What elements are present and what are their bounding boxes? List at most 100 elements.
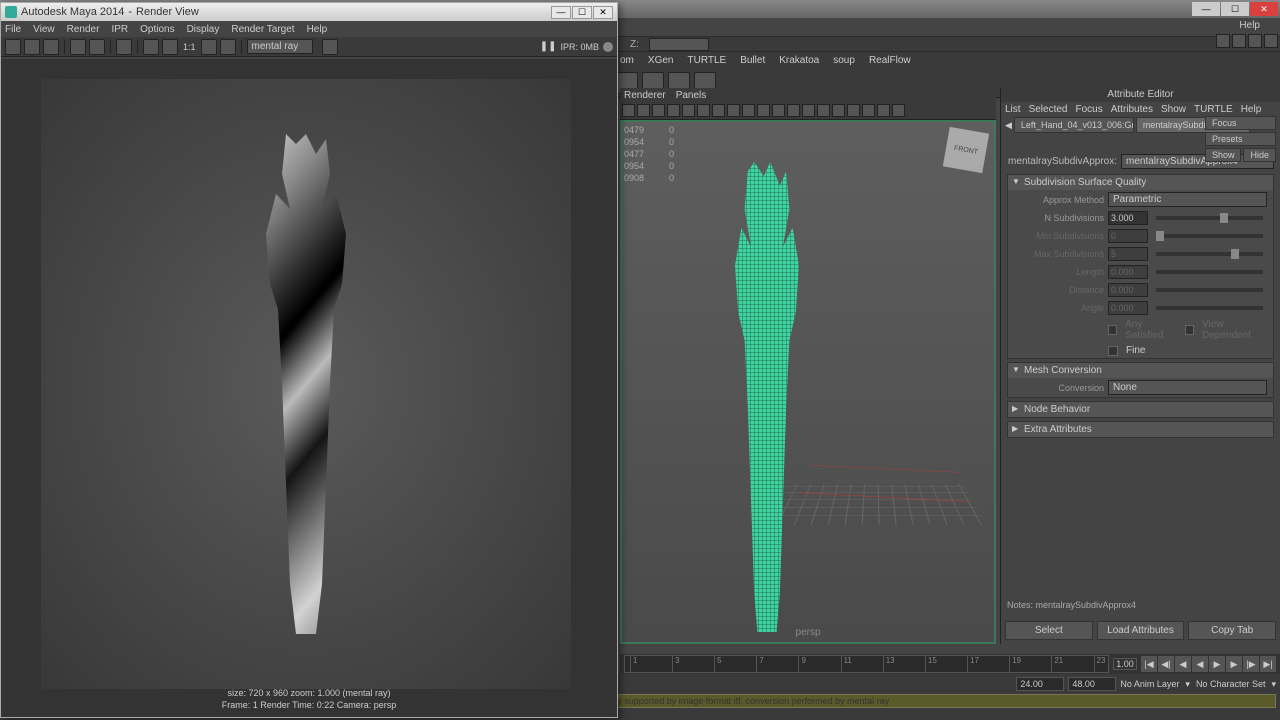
redo-render-icon[interactable]	[5, 39, 21, 55]
vp-icon[interactable]	[877, 104, 890, 117]
vp-icon[interactable]	[622, 104, 635, 117]
section-header[interactable]: Mesh Conversion	[1008, 363, 1273, 378]
playback-start-field[interactable]: 24.00	[1016, 677, 1064, 691]
keep-image-icon[interactable]	[201, 39, 217, 55]
render-menu-item[interactable]: Display	[187, 24, 220, 35]
approx-method-dropdown[interactable]: Parametric	[1108, 192, 1267, 207]
anim-layer-dropdown[interactable]: No Anim Layer	[1120, 679, 1179, 689]
shelf-tab[interactable]: Krakatoa	[779, 55, 819, 66]
vp-icon[interactable]	[727, 104, 740, 117]
layout-icon-1[interactable]	[1216, 34, 1230, 48]
renderer-dropdown[interactable]: mental ray	[247, 39, 314, 54]
attr-menu-item[interactable]: Selected	[1029, 104, 1068, 115]
vp-tab-renderer[interactable]: Renderer	[624, 90, 666, 101]
minimize-button[interactable]: —	[551, 6, 571, 19]
render-titlebar[interactable]: Autodesk Maya 2014 - Render View — ☐ ✕	[1, 3, 617, 21]
presets-button[interactable]: Presets	[1205, 132, 1276, 146]
pause-icon[interactable]: ❚❚	[540, 41, 557, 52]
vp-icon[interactable]	[742, 104, 755, 117]
render-menu-item[interactable]: Render Target	[231, 24, 294, 35]
play-back-icon[interactable]: ◀	[1192, 656, 1208, 672]
ipr-render-icon[interactable]	[70, 39, 86, 55]
vp-icon[interactable]	[637, 104, 650, 117]
alpha-icon[interactable]	[162, 39, 178, 55]
minimize-button[interactable]: —	[1192, 2, 1220, 16]
vp-icon[interactable]	[802, 104, 815, 117]
section-header[interactable]: Extra Attributes	[1008, 422, 1273, 437]
layout-icon-4[interactable]	[1264, 34, 1278, 48]
shelf-tab[interactable]: RealFlow	[869, 55, 911, 66]
attr-menu-item[interactable]: TURTLE	[1194, 104, 1233, 115]
vp-icon[interactable]	[817, 104, 830, 117]
vp-tab-panels[interactable]: Panels	[676, 90, 707, 101]
vp-icon[interactable]	[682, 104, 695, 117]
goto-end-icon[interactable]: ▶|	[1260, 656, 1276, 672]
hide-button[interactable]: Hide	[1243, 148, 1276, 162]
vp-icon[interactable]	[787, 104, 800, 117]
step-fwd-icon[interactable]: ▶	[1226, 656, 1242, 672]
render-globals-icon[interactable]	[116, 39, 132, 55]
attr-menu-item[interactable]: Help	[1241, 104, 1262, 115]
render-menu-item[interactable]: File	[5, 24, 21, 35]
copy-tab-button[interactable]: Copy Tab	[1188, 621, 1276, 640]
maximize-button[interactable]: ☐	[572, 6, 592, 19]
vp-icon[interactable]	[892, 104, 905, 117]
attr-menu-item[interactable]: List	[1005, 104, 1021, 115]
attr-menu-item[interactable]: Attributes	[1111, 104, 1153, 115]
timeline[interactable]: 1357911131517192123 1.00 |◀ ◀| ◀ ◀ ▶ ▶ |…	[620, 654, 1280, 674]
n-subdiv-slider[interactable]	[1156, 216, 1263, 220]
one-to-one-button[interactable]: 1:1	[181, 42, 198, 52]
render-region-icon[interactable]	[24, 39, 40, 55]
char-set-dropdown[interactable]: No Character Set	[1196, 679, 1266, 689]
menu-help[interactable]: Help	[1239, 20, 1260, 31]
vp-icon[interactable]	[832, 104, 845, 117]
layout-icon-2[interactable]	[1232, 34, 1246, 48]
shelf-tab[interactable]: om	[620, 55, 634, 66]
render-viewport[interactable]: size: 720 x 960 zoom: 1.000 (mental ray)…	[1, 59, 617, 717]
attr-menu-item[interactable]: Show	[1161, 104, 1186, 115]
viewport-canvas[interactable]: 0479 00954 00477 00954 00908 0 FRONT per…	[620, 120, 996, 644]
step-fwd-key-icon[interactable]: |▶	[1243, 656, 1259, 672]
select-button[interactable]: Select	[1005, 621, 1093, 640]
vp-icon[interactable]	[847, 104, 860, 117]
render-menu-item[interactable]: Options	[140, 24, 174, 35]
play-forward-icon[interactable]: ▶	[1209, 656, 1225, 672]
render-menu-item[interactable]: IPR	[111, 24, 128, 35]
shelf-tab[interactable]: Bullet	[740, 55, 765, 66]
section-header[interactable]: Subdivision Surface Quality	[1008, 175, 1273, 190]
vp-icon[interactable]	[712, 104, 725, 117]
close-button[interactable]: ✕	[1250, 2, 1278, 16]
load-attrs-button[interactable]: Load Attributes	[1097, 621, 1185, 640]
step-back-icon[interactable]: ◀	[1175, 656, 1191, 672]
vp-icon[interactable]	[652, 104, 665, 117]
z-field[interactable]	[649, 38, 709, 51]
bake-icon[interactable]	[322, 39, 338, 55]
focus-button[interactable]: Focus	[1205, 116, 1276, 130]
shelf-tab[interactable]: XGen	[648, 55, 674, 66]
conversion-dropdown[interactable]: None	[1108, 380, 1267, 395]
maximize-button[interactable]: ☐	[1221, 2, 1249, 16]
close-ipr-icon[interactable]	[603, 42, 613, 52]
refresh-ipr-icon[interactable]	[89, 39, 105, 55]
vp-icon[interactable]	[862, 104, 875, 117]
attr-tab[interactable]: Left_Hand_04_v013_006:Group1Shape	[1014, 117, 1134, 133]
shelf-tab[interactable]: soup	[833, 55, 855, 66]
step-back-key-icon[interactable]: ◀|	[1158, 656, 1174, 672]
goto-start-icon[interactable]: |◀	[1141, 656, 1157, 672]
render-menu-item[interactable]: Help	[307, 24, 328, 35]
remove-image-icon[interactable]	[220, 39, 236, 55]
close-button[interactable]: ✕	[593, 6, 613, 19]
playback-end-field[interactable]: 48.00	[1068, 677, 1116, 691]
vp-icon[interactable]	[772, 104, 785, 117]
render-menu-item[interactable]: Render	[67, 24, 100, 35]
vp-icon[interactable]	[667, 104, 680, 117]
snapshot-icon[interactable]	[43, 39, 59, 55]
time-slider[interactable]: 1357911131517192123	[624, 655, 1109, 673]
section-header[interactable]: Node Behavior	[1008, 402, 1273, 417]
vp-icon[interactable]	[757, 104, 770, 117]
current-frame-field[interactable]: 1.00	[1113, 658, 1137, 670]
attr-menu-item[interactable]: Focus	[1075, 104, 1102, 115]
vp-icon[interactable]	[697, 104, 710, 117]
shelf-tab[interactable]: TURTLE	[687, 55, 726, 66]
fine-checkbox[interactable]	[1108, 346, 1118, 356]
